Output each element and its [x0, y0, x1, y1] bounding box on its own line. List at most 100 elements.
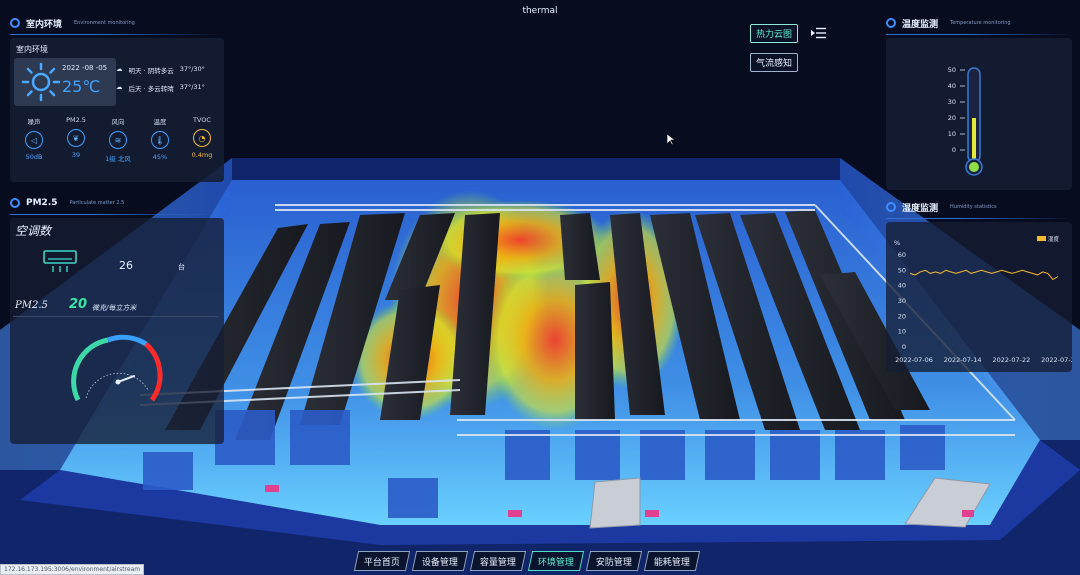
thermometer-gauge: [960, 67, 983, 176]
tick-label: 50: [947, 66, 956, 74]
humidity-panel-header: 湿度监测 Humidity statistics: [886, 196, 1072, 218]
sun-icon: [21, 62, 61, 102]
metric-value: 0.4mg: [191, 151, 213, 159]
weather-date: 2022 -08 -05: [62, 64, 108, 72]
pm25-title: PM2.5: [26, 198, 58, 208]
metrics-row: 噪声 ◁ 50dB PM2.5 ❦ 39 风向 ≋ 1级 北风 温度 🌡 45%…: [13, 116, 223, 163]
tick-label: 0: [951, 146, 956, 154]
x-tick-label: 2022-07-14: [944, 356, 982, 364]
temperature-subtitle: Temperature monitoring: [950, 20, 1011, 26]
humidity-title: 湿度监测: [902, 203, 939, 214]
y-tick-label: 50: [898, 266, 906, 274]
forecast-range: 37°/31°: [179, 83, 205, 91]
x-tick-label: 2022-07-22: [992, 356, 1030, 364]
panel-marker-icon: [886, 202, 896, 212]
metric-value: 50dB: [25, 153, 43, 161]
tick-label: 30: [947, 98, 956, 106]
panel-marker-icon: [886, 18, 896, 28]
forecast-day: 明天 · 阴转多云: [128, 67, 174, 75]
thermal-map-toggle[interactable]: 热力云图: [750, 24, 799, 43]
tick-label: 20: [947, 114, 956, 122]
nav-label: 容量管理: [480, 557, 517, 568]
pm25-panel: PM2.5 Particulate matter 2.5: [10, 192, 225, 215]
metric-tvoc: TVOC ◔ 0.4mg: [181, 116, 223, 163]
environment-title: 室内环境: [26, 19, 63, 30]
metric-value: 45%: [152, 153, 168, 161]
pm25-label: PM2.5: [15, 300, 48, 311]
humidity-panel: 湿度监测 Humidity statistics: [886, 196, 1072, 219]
forecast-row-2: ☁ 后天 · 多云转晴 37°/31°: [116, 83, 205, 93]
thermometer-ticks: 50 40 30 20 10 0: [936, 66, 956, 156]
air-conditioner-icon: [43, 250, 77, 272]
pm25-value: 20: [69, 297, 88, 312]
nav-home[interactable]: 平台首页: [353, 551, 411, 571]
metric-wind: 风向 ≋ 1级 北风: [97, 116, 139, 163]
nav-capacity[interactable]: 容量管理: [469, 551, 527, 571]
mouse-cursor-icon: [667, 134, 675, 146]
tick-label: 40: [947, 82, 956, 90]
humidity-subtitle: Humidity statistics: [950, 204, 997, 210]
nav-environment[interactable]: 环境管理: [527, 551, 585, 571]
nav-label: 设备管理: [422, 557, 459, 568]
humidity-chart: % 湿度 60 50 40 30 20 10 0 2022-07-06 2022-07-14 2…: [894, 235, 1072, 364]
environment-panel: 室内环境 Environment monitoring: [10, 12, 225, 35]
y-tick-label: 10: [898, 328, 906, 336]
ac-count-unit: 台: [178, 263, 185, 271]
ac-count-value: 26: [119, 259, 133, 272]
metric-label: TVOC: [193, 116, 211, 124]
thermometer-fill: [972, 118, 976, 164]
nav-label: 环境管理: [538, 557, 575, 568]
y-tick-label: 20: [898, 312, 906, 320]
pm25-card: 空调数 26 台 PM2.5 20 微克/每立方米: [10, 218, 224, 444]
pm25-gauge: [71, 334, 163, 402]
environment-card-title: 室内环境: [16, 45, 48, 54]
nav-label: 平台首页: [364, 557, 401, 568]
humidity-series-line: [909, 269, 1059, 281]
x-tick-label: 2022-07-06: [895, 356, 933, 364]
nav-label: 能耗管理: [654, 557, 691, 568]
forecast-range: 37°/30°: [179, 65, 205, 73]
nav-devices[interactable]: 设备管理: [411, 551, 469, 571]
environment-card: 室内环境 2022 -08 -05 25℃ ☁ 明天 · 阴转多云 37°/30…: [10, 38, 224, 182]
temperature-panel: 温度监测 Temperature monitoring: [886, 12, 1072, 35]
panel-marker-icon: [10, 18, 20, 28]
wind-icon: ≋: [109, 131, 127, 149]
pm25-subtitle: Particulate matter 2.5: [69, 200, 125, 206]
x-tick-label: 2022-07-30: [1041, 356, 1072, 364]
menu-collapse-icon[interactable]: [811, 27, 827, 39]
humidity-card: % 湿度 60 50 40 30 20 10 0 2022-07-06 2022-07-14 2…: [886, 222, 1072, 372]
airflow-toggle[interactable]: 气流感知: [750, 53, 799, 72]
metric-value: 39: [71, 151, 81, 159]
status-bar-url: 172.16.173.195:3006/environment/airstrea…: [0, 564, 145, 575]
ac-count-label: 空调数: [15, 224, 52, 238]
nav-security[interactable]: 安防管理: [585, 551, 643, 571]
temperature-title: 温度监测: [902, 19, 939, 30]
temperature-card: 50 40 30 20 10 0: [886, 38, 1072, 190]
metric-label: PM2.5: [66, 116, 86, 124]
y-tick-label: 60: [898, 251, 906, 259]
tick-label: 10: [947, 130, 956, 138]
metric-value: 1级 北风: [105, 155, 131, 163]
nav-energy[interactable]: 能耗管理: [643, 551, 701, 571]
forecast-day: 后天 · 多云转晴: [128, 85, 174, 93]
cloud-icon: ☁: [116, 83, 123, 91]
gauge-icon: ◔: [193, 129, 211, 147]
legend-label: 湿度: [1048, 235, 1060, 243]
y-tick-label: 30: [898, 297, 906, 305]
speaker-icon: ◁: [25, 131, 43, 149]
metric-label: 噪声: [27, 118, 41, 126]
environment-panel-header: 室内环境 Environment monitoring: [10, 12, 225, 34]
y-tick-label: 40: [898, 282, 906, 290]
metric-label: 风向: [111, 118, 125, 126]
thermometer-icon: 🌡: [151, 131, 169, 149]
cloud-icon: ☁: [116, 65, 123, 73]
legend-swatch: [1037, 236, 1046, 241]
temperature-panel-header: 温度监测 Temperature monitoring: [886, 12, 1072, 34]
forecast-row-1: ☁ 明天 · 阴转多云 37°/30°: [116, 65, 205, 75]
panel-marker-icon: [10, 198, 20, 208]
metric-pm25: PM2.5 ❦ 39: [55, 116, 97, 163]
pm25-unit: 微克/每立方米: [92, 304, 137, 312]
nav-label: 安防管理: [596, 557, 633, 568]
metric-temperature: 温度 🌡 45%: [139, 116, 181, 163]
metric-noise: 噪声 ◁ 50dB: [13, 116, 55, 163]
